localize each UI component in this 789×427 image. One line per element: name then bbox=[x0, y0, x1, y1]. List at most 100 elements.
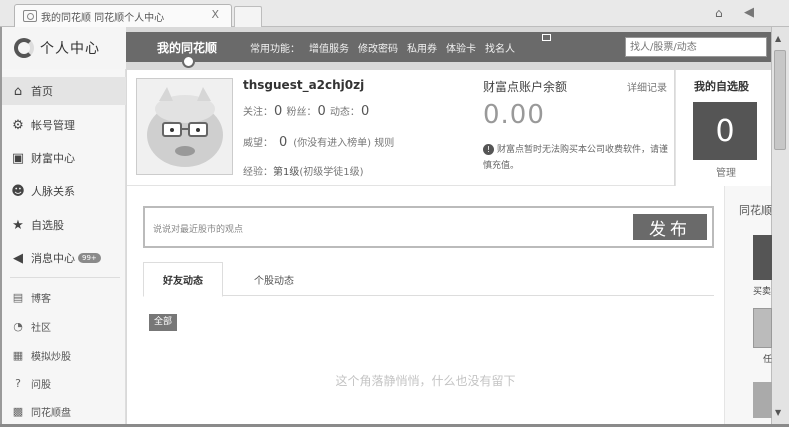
nav-change-password[interactable]: 修改密码 bbox=[358, 40, 398, 55]
promo-label: 任 bbox=[763, 355, 773, 365]
wealth-title: 财富点账户余额 bbox=[483, 80, 568, 94]
disk-icon: ▩ bbox=[12, 404, 24, 418]
sidebar-item-blog[interactable]: ▤ 博客 bbox=[2, 283, 126, 311]
sidebar-item-label: 社区 bbox=[31, 322, 51, 334]
sidebar-item-label: 模拟炒股 bbox=[31, 351, 71, 363]
fans-label: 粉丝： bbox=[286, 107, 317, 118]
sidebar-item-label: 自选股 bbox=[31, 219, 64, 232]
home-icon: ⌂ bbox=[13, 83, 23, 99]
exp-label: 经验： bbox=[243, 167, 273, 178]
right-panel-title: 同花顺 bbox=[739, 204, 772, 217]
nav-find-celebrity[interactable]: 找名人 bbox=[485, 40, 515, 55]
community-icon: ◔ bbox=[13, 319, 23, 333]
nav-value-service[interactable]: 增值服务 bbox=[309, 40, 349, 55]
tab-stock-activity[interactable]: 个股动态 bbox=[239, 262, 309, 296]
search-input[interactable] bbox=[625, 37, 767, 57]
right-side-panel: 同花顺 买卖 任 bbox=[724, 186, 773, 424]
wealth-balance: 0.00 bbox=[483, 100, 545, 130]
browser-home-icon[interactable]: ⌂ bbox=[715, 6, 729, 20]
scroll-up-icon[interactable]: ▲ bbox=[775, 34, 781, 43]
prestige-value: 0 bbox=[279, 135, 288, 150]
sidebar-item-simulated-trading[interactable]: ▦ 模拟炒股 bbox=[2, 341, 126, 369]
prestige-label: 威望： bbox=[243, 138, 273, 149]
user-stats: 关注：0 粉丝：0 动态：0 bbox=[243, 103, 370, 119]
posts-label: 动态： bbox=[329, 107, 360, 118]
profile-panel: thsguest_a2chj0zj 关注：0 粉丝：0 动态：0 威望： 0 (你没… bbox=[127, 70, 674, 186]
promo-thumbnail[interactable] bbox=[753, 382, 772, 418]
chart-icon: ▦ bbox=[12, 348, 24, 362]
sidebar-item-watchlist[interactable]: ★ 自选股 bbox=[2, 211, 126, 239]
site-logo[interactable]: 个人中心 bbox=[2, 27, 126, 69]
speaker-icon: ◀ bbox=[13, 250, 23, 266]
scroll-down-icon[interactable]: ▼ bbox=[775, 408, 781, 417]
browser-back-icon[interactable]: ◀ bbox=[744, 5, 754, 20]
sidebar-item-disk[interactable]: ▩ 同花顺盘 bbox=[2, 397, 126, 425]
sidebar-item-label: 同花顺盘 bbox=[31, 407, 71, 419]
sidebar-item-community[interactable]: ◔ 社区 bbox=[2, 312, 126, 340]
promo-thumbnail[interactable] bbox=[753, 308, 772, 348]
sidebar-item-ask-stock[interactable]: ? 问股 bbox=[2, 369, 126, 397]
wealth-note-text: 财富点暂时无法购买本公司收费软件，请谨慎充值。 bbox=[483, 145, 669, 171]
sidebar-item-home[interactable]: ⌂ 首页 bbox=[2, 77, 126, 105]
new-tab-button[interactable] bbox=[234, 6, 262, 27]
sidebar-item-label: 消息中心 bbox=[31, 252, 75, 265]
posts-count[interactable]: 0 bbox=[361, 104, 369, 119]
scrollbar-thumb[interactable] bbox=[774, 50, 786, 150]
sidebar-item-label: 首页 bbox=[31, 85, 53, 98]
prestige-note[interactable]: (你没有进入榜单) 规则 bbox=[293, 138, 394, 149]
blog-icon: ▤ bbox=[12, 290, 24, 304]
username: thsguest_a2chj0zj bbox=[243, 78, 365, 92]
main-feed: 说说对最近股市的观点 发布 好友动态 个股动态 全部 这个角落静悄悄，什么也没有… bbox=[127, 186, 724, 424]
browser-tab[interactable]: 我的同花顺 同花顺个人中心 X bbox=[14, 4, 232, 27]
promo-label: 买卖 bbox=[753, 287, 772, 297]
watchlist-count[interactable]: 0 bbox=[693, 102, 757, 160]
fans-count[interactable]: 0 bbox=[317, 104, 325, 119]
browser-tabstrip: 我的同花顺 同花顺个人中心 X ⌂ ◀ bbox=[0, 0, 789, 27]
post-composer[interactable]: 说说对最近股市的观点 发布 bbox=[143, 206, 714, 248]
sidebar-item-label: 财富中心 bbox=[31, 152, 75, 165]
people-icon: ☻ bbox=[11, 183, 25, 199]
sidebar-item-contacts[interactable]: ☻ 人脉关系 bbox=[2, 177, 126, 205]
logo-text: 个人中心 bbox=[40, 41, 100, 57]
feed-tabs: 好友动态 个股动态 bbox=[143, 262, 714, 297]
sidebar-item-label: 问股 bbox=[31, 379, 51, 391]
empty-feed-message: 这个角落静悄悄，什么也没有留下 bbox=[335, 374, 516, 388]
nav-my-tonghuashun[interactable]: 我的同花顺 bbox=[142, 32, 232, 68]
wallet-icon: ▣ bbox=[11, 150, 25, 166]
nav-coupon[interactable]: 私用券 bbox=[407, 40, 437, 55]
experience-row: 经验：第1级(初级学徒1级) bbox=[243, 163, 364, 178]
sidebar-item-label: 人脉关系 bbox=[31, 185, 75, 198]
promo-thumbnail[interactable] bbox=[753, 235, 772, 280]
prestige-row: 威望： 0 (你没有进入榜单) 规则 bbox=[243, 134, 394, 150]
info-icon: ! bbox=[483, 144, 494, 155]
browser-tab-title: 我的同花顺 同花顺个人中心 bbox=[41, 12, 165, 24]
follow-count[interactable]: 0 bbox=[274, 104, 282, 119]
watchlist-manage-link[interactable]: 管理 bbox=[716, 164, 736, 179]
gear-icon: ⚙ bbox=[12, 117, 24, 133]
filter-all-button[interactable]: 全部 bbox=[149, 314, 178, 331]
avatar[interactable] bbox=[136, 78, 233, 175]
top-navbar: 我的同花顺 常用功能： 增值服务 修改密码 私用券 体验卡 找名人 bbox=[126, 32, 771, 68]
post-input-placeholder[interactable]: 说说对最近股市的观点 bbox=[153, 222, 243, 235]
mail-icon[interactable] bbox=[542, 34, 551, 41]
tab-friends-activity[interactable]: 好友动态 bbox=[143, 262, 223, 297]
sidebar-item-label: 博客 bbox=[31, 293, 51, 305]
nav-trial-card[interactable]: 体验卡 bbox=[446, 40, 476, 55]
sidebar-item-account[interactable]: ⚙ 帐号管理 bbox=[2, 111, 126, 139]
sidebar-item-wealth[interactable]: ▣ 财富中心 bbox=[2, 144, 126, 172]
nav-links: 常用功能： 增值服务 修改密码 私用券 体验卡 找名人 bbox=[250, 32, 515, 62]
message-count-badge: 99+ bbox=[78, 253, 101, 263]
publish-button[interactable]: 发布 bbox=[633, 214, 707, 240]
star-icon: ★ bbox=[12, 217, 24, 233]
sidebar-item-messages[interactable]: ◀ 消息中心 99+ bbox=[2, 244, 126, 272]
logo-icon bbox=[14, 38, 34, 58]
exp-level: 第1级 bbox=[273, 167, 300, 178]
avatar-cartoon-icon bbox=[147, 87, 223, 167]
question-icon: ? bbox=[15, 376, 21, 390]
watchlist-title: 我的自选股 bbox=[694, 80, 749, 93]
left-sidebar: ⌂ 首页 ⚙ 帐号管理 ▣ 财富中心 ☻ 人脉关系 ★ 自选股 ◀ 消息中心 9… bbox=[2, 69, 126, 424]
detail-record-link[interactable]: 详细记录 bbox=[627, 79, 667, 94]
sidebar-divider bbox=[10, 277, 120, 278]
nav-common-label: 常用功能： bbox=[250, 43, 300, 55]
tab-close-icon[interactable]: X bbox=[211, 8, 219, 21]
